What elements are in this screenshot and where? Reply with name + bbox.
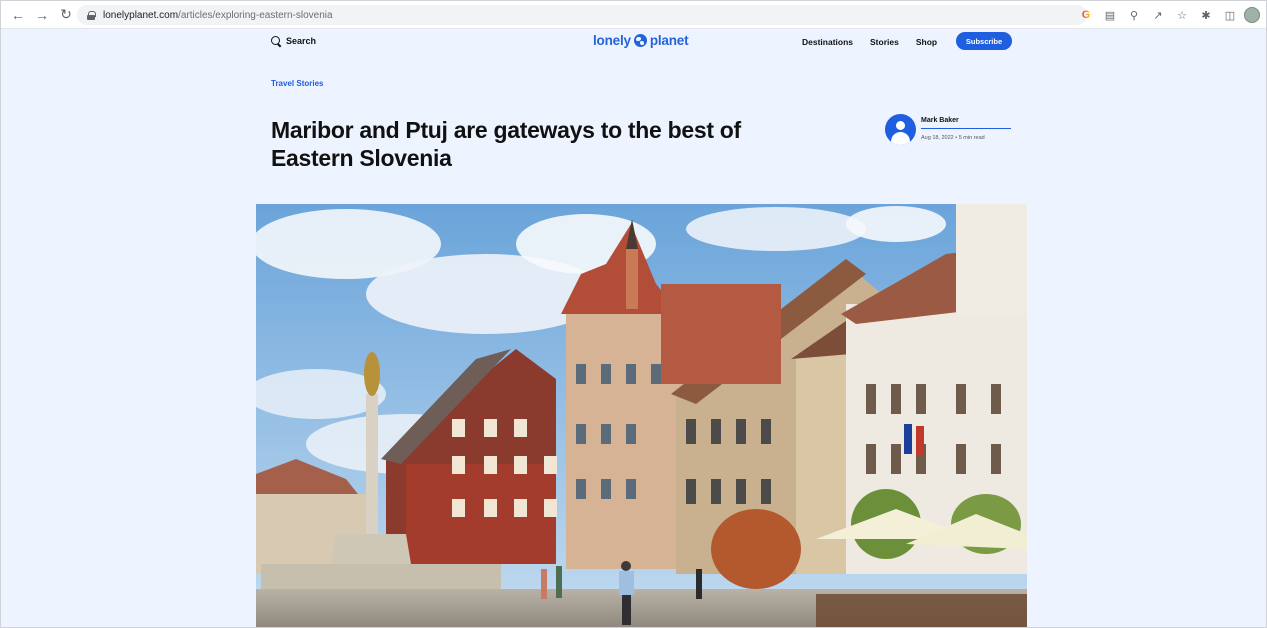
translate-icon[interactable]: ▤ (1100, 5, 1120, 25)
author-name[interactable]: Mark Baker (921, 117, 1011, 129)
search-label: Search (286, 36, 317, 46)
subscribe-button[interactable]: Subscribe (956, 32, 1012, 50)
author-avatar[interactable] (885, 114, 916, 145)
logo-text-planet: planet (649, 33, 689, 48)
bookmark-star-icon[interactable]: ☆ (1172, 5, 1192, 25)
nav-item-shop[interactable]: Shop (916, 37, 937, 47)
extensions-icon[interactable]: ✱ (1196, 5, 1216, 25)
article-category-link[interactable]: Travel Stories (271, 79, 323, 88)
author-block: Mark Baker Aug 18, 2022 • 5 min read (885, 114, 1011, 145)
browser-toolbar: ← → ↻ lonelyplanet.com/articles/explorin… (1, 1, 1266, 29)
nav-item-destinations[interactable]: Destinations (802, 37, 853, 47)
search-icon (271, 36, 281, 46)
browser-window: ← → ↻ lonelyplanet.com/articles/explorin… (0, 0, 1267, 628)
google-icon[interactable]: G (1076, 5, 1096, 25)
url-text: lonelyplanet.com/articles/exploring-east… (103, 9, 333, 21)
article-title: Maribor and Ptuj are gateways to the bes… (271, 117, 741, 171)
profile-avatar[interactable] (1244, 7, 1260, 23)
logo-text-lonely: lonely (593, 33, 631, 48)
site-logo[interactable]: lonely planet (593, 33, 689, 48)
zoom-icon[interactable]: ⚲ (1124, 5, 1144, 25)
article-meta: Aug 18, 2022 • 5 min read (921, 135, 985, 141)
browser-actions: G ▤ ⚲ ↗ ☆ ✱ ◫ (1076, 5, 1260, 25)
page-content: Search lonely planet Destinations Storie… (1, 29, 1266, 627)
address-bar[interactable]: lonelyplanet.com/articles/exploring-east… (77, 5, 1087, 25)
search-button[interactable]: Search (271, 36, 316, 46)
lock-icon[interactable] (87, 10, 96, 20)
forward-icon[interactable]: → (31, 4, 53, 26)
hero-image (256, 204, 1027, 627)
main-nav: Destinations Stories Shop (802, 37, 954, 47)
back-icon[interactable]: ← (7, 4, 29, 26)
nav-item-stories[interactable]: Stories (870, 37, 899, 47)
side-panel-icon[interactable]: ◫ (1220, 5, 1240, 25)
share-icon[interactable]: ↗ (1148, 5, 1168, 25)
globe-icon (633, 34, 647, 47)
hero-photo-maribor-square (256, 204, 1027, 627)
reload-icon[interactable]: ↻ (55, 4, 77, 26)
